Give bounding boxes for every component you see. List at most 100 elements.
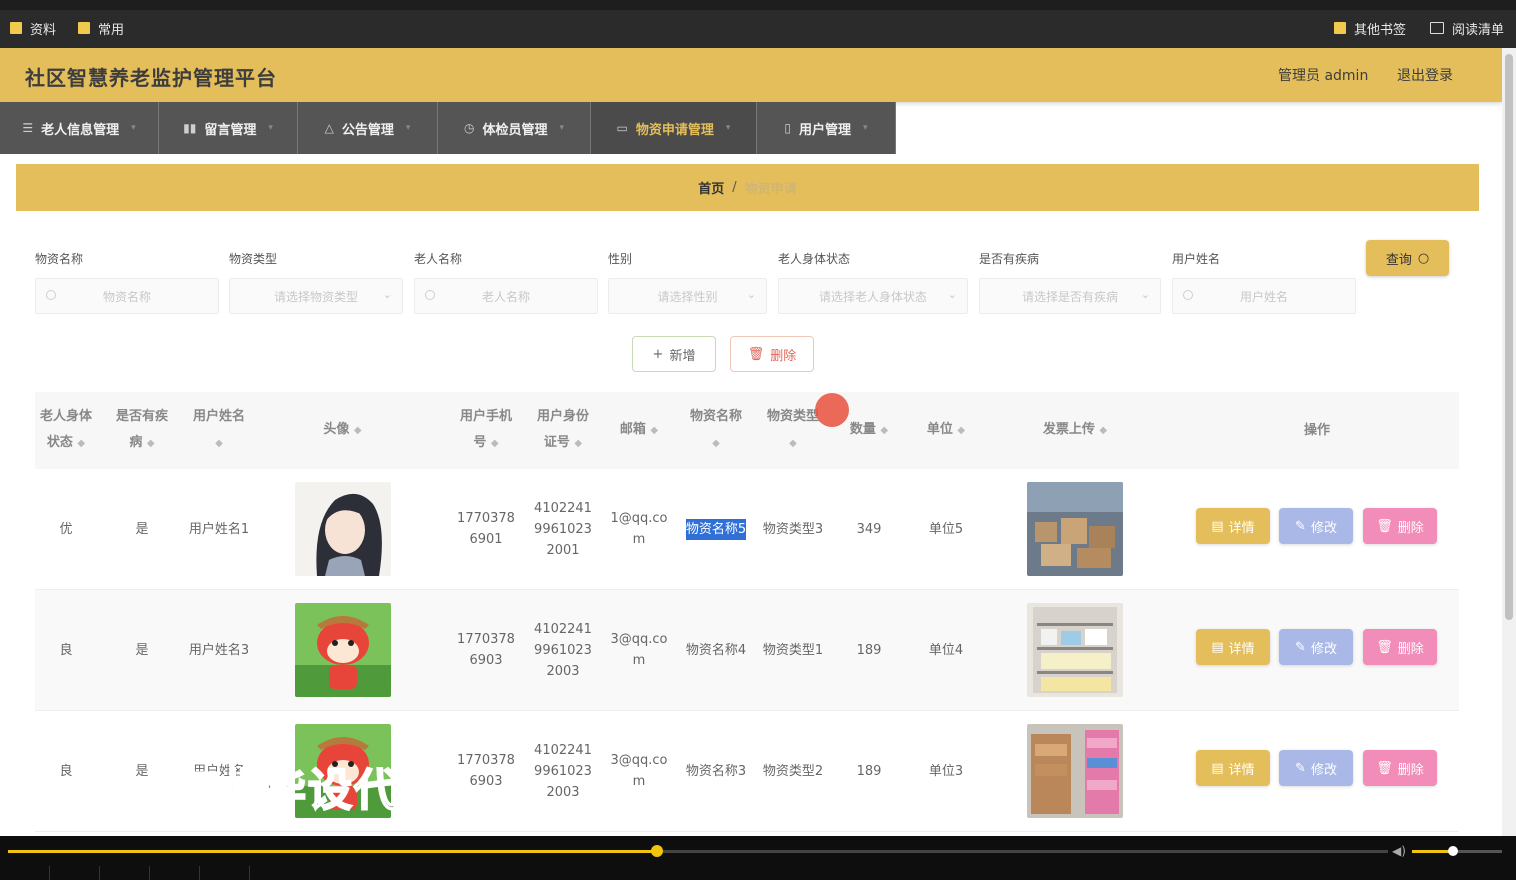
- invoice-image[interactable]: [1027, 482, 1123, 576]
- scrollbar-thumb[interactable]: [1505, 54, 1513, 620]
- cell-invoice: [995, 590, 1155, 710]
- col-disease[interactable]: 是否有疾病 ◆: [111, 392, 173, 469]
- col-avatar[interactable]: 头像 ◆: [265, 392, 420, 469]
- sort-icon: ◆: [215, 438, 223, 449]
- cell-material-name: 物资名称3: [685, 763, 747, 779]
- breadcrumb-home[interactable]: 首页: [698, 178, 724, 197]
- table-header: 老人身体状态 ◆ 是否有疾病 ◆ 用户姓名 ◆ 头像 ◆ 用户手机号 ◆ 用户身…: [35, 392, 1459, 469]
- chevron-down-icon: ⌄: [1140, 288, 1150, 301]
- table-row: 良 是 用户姓名3 17703786903 410224199610232003…: [35, 590, 1459, 711]
- sort-icon: ◆: [712, 438, 720, 449]
- health-status-select[interactable]: 请选择老人身体状态 ⌄: [778, 278, 968, 314]
- cell-material-name: 物资名称4: [685, 642, 747, 658]
- nav-item-messages[interactable]: ▮▮ 留言管理 ▾: [159, 102, 298, 154]
- invoice-image[interactable]: [1027, 724, 1123, 818]
- col-label: 用户姓名: [192, 409, 245, 424]
- volume-icon[interactable]: ◀): [1392, 844, 1406, 858]
- material-type-select[interactable]: 请选择物资类型 ⌄: [229, 278, 403, 314]
- cell-disease: 是: [135, 763, 149, 779]
- pen-icon: ✎: [1295, 518, 1306, 534]
- nav-label: 公告管理: [341, 122, 394, 138]
- chevron-down-icon: ▾: [405, 123, 411, 133]
- query-label: 查询: [1385, 252, 1412, 268]
- col-actions: 操作: [1175, 392, 1459, 469]
- nav-item-elder-info[interactable]: ☰ 老人信息管理 ▾: [0, 102, 159, 154]
- material-name-input[interactable]: 物资名称: [35, 278, 219, 314]
- plus-icon: +: [652, 346, 664, 362]
- nav-item-users[interactable]: ▯ 用户管理 ▾: [757, 102, 896, 154]
- folder-icon: [10, 22, 22, 34]
- col-label: 操作: [1303, 422, 1330, 438]
- cell-material-name: 物资名称5: [685, 469, 747, 589]
- phone-icon: ▯: [784, 121, 792, 135]
- edit-button[interactable]: ✎ 修改: [1279, 750, 1353, 786]
- col-invoice[interactable]: 发票上传 ◆: [995, 392, 1155, 469]
- invoice-image[interactable]: [1027, 603, 1123, 697]
- bookmark-folder-ziliao[interactable]: 资料: [10, 18, 56, 38]
- col-idcard[interactable]: 用户身份证号 ◆: [532, 392, 594, 469]
- cell-disease: 是: [135, 521, 149, 537]
- placeholder: 请选择性别: [657, 289, 718, 304]
- cell-username: 用户姓名1: [188, 521, 250, 537]
- placeholder: 物资名称: [102, 289, 151, 304]
- nav-item-examiners[interactable]: ◷ 体检员管理 ▾: [438, 102, 591, 154]
- cell-health-status: 优: [59, 521, 73, 537]
- delete-button[interactable]: 🗑 删除: [1363, 508, 1437, 544]
- edit-label: 修改: [1310, 520, 1337, 536]
- cell-avatar: [265, 469, 420, 589]
- avatar-image[interactable]: [294, 482, 391, 576]
- col-health-status[interactable]: 老人身体状态 ◆: [35, 392, 97, 469]
- sort-icon: ◆: [353, 425, 362, 436]
- cell-idcard: 410224199610232003: [534, 621, 592, 679]
- table-row: 优 是 用户姓名1 17703786901 410224199610232001…: [35, 469, 1459, 590]
- search-icon: [425, 290, 435, 300]
- bookmark-folder-changyong[interactable]: 常用: [78, 18, 124, 38]
- nav-item-notices[interactable]: △ 公告管理 ▾: [298, 102, 438, 154]
- batch-delete-button[interactable]: 🗑 删除: [730, 336, 814, 372]
- edit-button[interactable]: ✎ 修改: [1279, 629, 1353, 665]
- query-button[interactable]: 查询 ○: [1366, 240, 1449, 276]
- vertical-scrollbar[interactable]: [1502, 48, 1516, 836]
- cell-unit: 单位5: [928, 521, 964, 537]
- cell-email: 1@qq.com: [610, 511, 668, 547]
- delete-button[interactable]: 🗑 删除: [1363, 750, 1437, 786]
- elder-name-input[interactable]: 老人名称: [414, 278, 598, 314]
- add-label: 新增: [669, 348, 696, 364]
- col-email[interactable]: 邮箱 ◆: [608, 392, 670, 469]
- chevron-down-icon: ⌄: [382, 288, 392, 301]
- detail-button[interactable]: ▤ 详情: [1196, 508, 1270, 544]
- app-header: 社区智慧养老监护管理平台 管理员 admin 退出登录: [0, 48, 1502, 102]
- bookmark-other[interactable]: 其他书签: [1334, 18, 1406, 38]
- col-phone[interactable]: 用户手机号 ◆: [455, 392, 517, 469]
- bookmarks-bar: 资料 常用 其他书签 阅读清单: [0, 0, 1516, 48]
- disease-select[interactable]: 请选择是否有疾病 ⌄: [979, 278, 1161, 314]
- col-label: 单位: [926, 422, 953, 437]
- video-progress-handle[interactable]: [651, 845, 663, 857]
- search-icon: [46, 290, 56, 300]
- gender-select[interactable]: 请选择性别 ⌄: [608, 278, 767, 314]
- col-username[interactable]: 用户姓名 ◆: [188, 392, 250, 469]
- col-material-type[interactable]: 物资类型 ◆: [762, 392, 824, 469]
- add-button[interactable]: + 新增: [632, 336, 716, 372]
- cell-material-type: 物资类型2: [762, 763, 824, 779]
- cell-phone: 17703786901: [457, 511, 515, 547]
- nav-item-material-applications[interactable]: ▭ 物资申请管理 ▾: [591, 102, 757, 154]
- sort-icon: ◆: [490, 438, 499, 449]
- col-unit[interactable]: 单位 ◆: [915, 392, 977, 469]
- detail-button[interactable]: ▤ 详情: [1196, 629, 1270, 665]
- browser-tabstrip: [0, 0, 1516, 10]
- volume-handle[interactable]: [1448, 846, 1458, 856]
- edit-label: 修改: [1310, 641, 1337, 657]
- edit-button[interactable]: ✎ 修改: [1279, 508, 1353, 544]
- selected-text: 物资名称5: [685, 518, 747, 540]
- detail-button[interactable]: ▤ 详情: [1196, 750, 1270, 786]
- avatar-image[interactable]: [294, 603, 391, 697]
- username-input[interactable]: 用户姓名: [1172, 278, 1356, 314]
- logout-link[interactable]: 退出登录: [1397, 65, 1453, 85]
- video-bottom-strip: [0, 866, 1516, 880]
- col-label: 数量: [849, 422, 876, 437]
- col-material-name[interactable]: 物资名称 ◆: [685, 392, 747, 469]
- placeholder: 请选择是否有疾病: [1021, 289, 1118, 304]
- reading-list[interactable]: 阅读清单: [1430, 18, 1504, 38]
- delete-button[interactable]: 🗑 删除: [1363, 629, 1437, 665]
